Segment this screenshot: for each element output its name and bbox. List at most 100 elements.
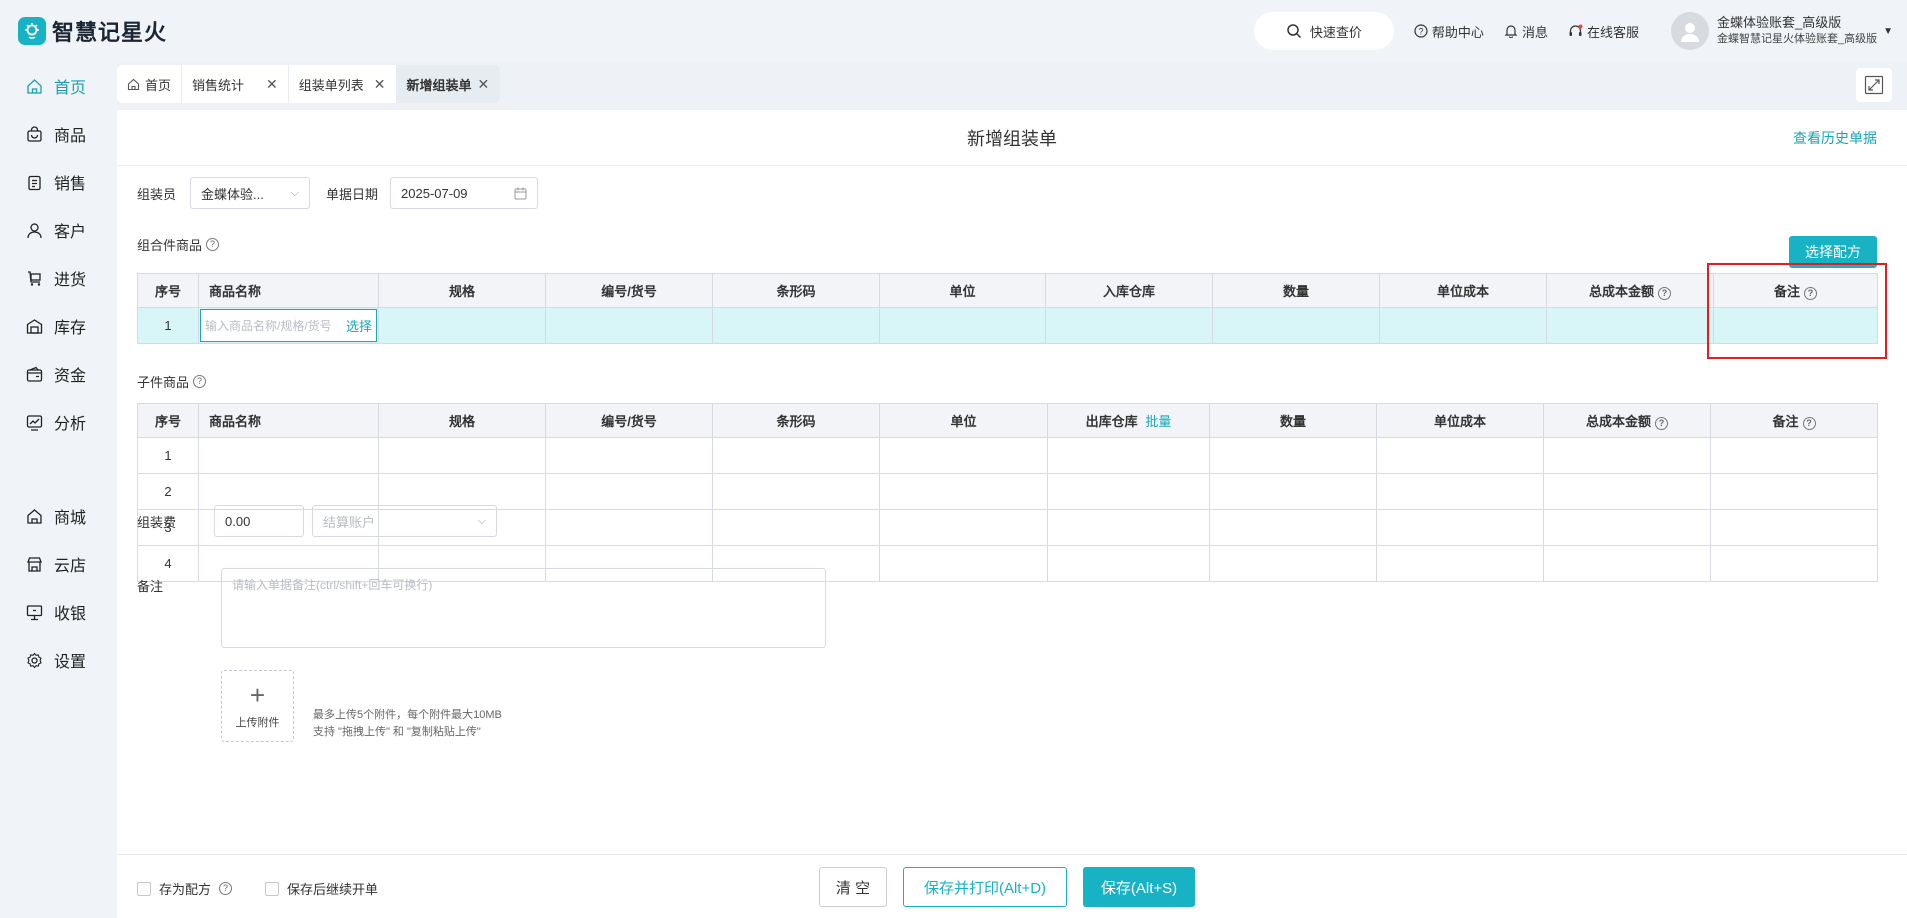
question-icon[interactable]: ? bbox=[1804, 287, 1817, 300]
table-cell[interactable] bbox=[879, 545, 1048, 582]
table-cell[interactable] bbox=[1376, 545, 1544, 582]
question-icon[interactable]: ? bbox=[1655, 417, 1668, 430]
sidebar-item-products[interactable]: 商品 bbox=[0, 110, 117, 158]
product-name-input[interactable]: 输入商品名称/规格/货号 选择 bbox=[200, 309, 377, 342]
table-cell[interactable] bbox=[545, 509, 713, 546]
save-print-button[interactable]: 保存并打印(Alt+D) bbox=[903, 867, 1067, 907]
sidebar-item-customers[interactable]: 客户 bbox=[0, 206, 117, 254]
tab-bar: 首页 销售统计 ✕ 组装单列表 ✕ 新增组装单 ✕ bbox=[117, 62, 1907, 106]
close-icon[interactable]: ✕ bbox=[374, 76, 386, 93]
table-cell[interactable] bbox=[378, 437, 546, 474]
table-cell[interactable] bbox=[1710, 473, 1878, 510]
table-cell[interactable] bbox=[545, 307, 713, 344]
clear-button[interactable]: 清 空 bbox=[819, 867, 887, 907]
table-cell[interactable] bbox=[1209, 473, 1377, 510]
app-logo[interactable]: 智慧记星火 bbox=[18, 15, 167, 47]
table-cell[interactable] bbox=[1045, 307, 1213, 344]
tab-assembly-list[interactable]: 组装单列表 ✕ bbox=[288, 65, 397, 103]
table-cell[interactable] bbox=[1379, 307, 1547, 344]
table-cell[interactable] bbox=[1376, 509, 1544, 546]
table-cell[interactable] bbox=[1546, 307, 1714, 344]
col-spec: 规格 bbox=[378, 403, 546, 438]
table-cell[interactable] bbox=[198, 437, 379, 474]
sidebar-item-funds[interactable]: 资金 bbox=[0, 350, 117, 398]
question-icon[interactable]: ? bbox=[1802, 417, 1816, 430]
table-cell[interactable] bbox=[879, 437, 1048, 474]
table-row[interactable]: 1 输入商品名称/规格/货号 选择 bbox=[137, 307, 1878, 344]
assembler-select[interactable]: 金蝶体验... ⌵ bbox=[190, 177, 311, 209]
tab-new-assembly[interactable]: 新增组装单 ✕ bbox=[396, 65, 501, 103]
table-cell[interactable] bbox=[1713, 307, 1878, 344]
batch-link[interactable]: 批量 bbox=[1145, 414, 1171, 429]
table-cell[interactable] bbox=[1209, 437, 1377, 474]
table-cell[interactable] bbox=[1710, 437, 1878, 474]
table-row[interactable]: 1 bbox=[137, 437, 1878, 474]
question-icon[interactable]: ? bbox=[1658, 287, 1671, 300]
table-cell[interactable] bbox=[1047, 545, 1210, 582]
table-cell[interactable] bbox=[712, 473, 880, 510]
sidebar-item-settings[interactable]: 设置 bbox=[0, 636, 117, 684]
upload-button[interactable]: + 上传附件 bbox=[221, 670, 294, 742]
date-picker[interactable]: 2025-07-09 bbox=[390, 177, 539, 209]
save-button[interactable]: 保存(Alt+S) bbox=[1083, 867, 1195, 907]
pick-product-link[interactable]: 选择 bbox=[346, 316, 372, 335]
tab-sales-stats[interactable]: 销售统计 ✕ bbox=[182, 65, 289, 103]
question-icon[interactable]: ? bbox=[206, 238, 220, 251]
table-cell[interactable] bbox=[545, 473, 713, 510]
save-recipe-checkbox[interactable]: 存为配方 ? bbox=[137, 879, 233, 898]
table-cell[interactable] bbox=[1543, 509, 1711, 546]
sidebar-item-mall[interactable]: 商城 bbox=[0, 492, 117, 540]
table-cell[interactable] bbox=[1376, 437, 1544, 474]
table-cell[interactable] bbox=[1543, 545, 1711, 582]
fullscreen-button[interactable] bbox=[1856, 68, 1892, 102]
table-cell[interactable] bbox=[378, 307, 546, 344]
table-cell[interactable] bbox=[712, 509, 880, 546]
table-cell[interactable] bbox=[1543, 473, 1711, 510]
user-menu[interactable]: 金蝶体验账套_高级版 金蝶智慧记星火体验账套_高级版 ▼ bbox=[1670, 12, 1893, 50]
table-cell[interactable] bbox=[879, 307, 1046, 344]
checkbox-icon[interactable] bbox=[137, 881, 151, 896]
sidebar-item-cloud-store[interactable]: 云店 bbox=[0, 540, 117, 588]
account-select[interactable]: 结算账户 ⌵ bbox=[312, 505, 498, 537]
close-icon[interactable]: ✕ bbox=[266, 76, 278, 93]
table-cell[interactable] bbox=[1209, 545, 1377, 582]
product-name-cell[interactable]: 输入商品名称/规格/货号 选择 bbox=[198, 307, 379, 344]
messages-link[interactable]: 消息 bbox=[1504, 22, 1548, 41]
table-cell[interactable] bbox=[879, 509, 1048, 546]
sidebar-item-home[interactable]: 首页 bbox=[0, 62, 117, 110]
remark-textarea[interactable]: 请输入单据备注(ctrl/shift+回车可换行) bbox=[221, 568, 826, 648]
sidebar-item-sales[interactable]: 销售 bbox=[0, 158, 117, 206]
account-placeholder: 结算账户 bbox=[323, 514, 376, 530]
table-cell[interactable] bbox=[712, 307, 880, 344]
table-cell[interactable] bbox=[1047, 509, 1210, 546]
checkbox-icon[interactable] bbox=[265, 881, 279, 896]
quick-price-button[interactable]: 快速查价 bbox=[1253, 12, 1394, 50]
table-cell[interactable] bbox=[1710, 509, 1878, 546]
sidebar-item-analysis[interactable]: 分析 bbox=[0, 398, 117, 446]
table-cell[interactable] bbox=[1209, 509, 1377, 546]
table-cell[interactable] bbox=[1710, 545, 1878, 582]
table-cell[interactable] bbox=[1543, 437, 1711, 474]
home-icon bbox=[127, 78, 140, 90]
table-cell[interactable] bbox=[1047, 437, 1210, 474]
table-cell[interactable] bbox=[712, 437, 880, 474]
help-center-link[interactable]: ? 帮助中心 bbox=[1414, 22, 1484, 41]
select-recipe-button[interactable]: 选择配方 bbox=[1789, 236, 1877, 268]
sidebar-item-inventory[interactable]: 库存 bbox=[0, 302, 117, 350]
table-cell[interactable] bbox=[1376, 473, 1544, 510]
table-cell[interactable] bbox=[1047, 473, 1210, 510]
col-total-cost-label: 总成本金额 bbox=[1585, 414, 1651, 429]
question-icon[interactable]: ? bbox=[193, 375, 207, 388]
continue-checkbox[interactable]: 保存后继续开单 bbox=[265, 879, 378, 898]
sidebar-item-purchase[interactable]: 进货 bbox=[0, 254, 117, 302]
fee-input[interactable]: 0.00 bbox=[214, 505, 305, 537]
sidebar-item-cashier[interactable]: 收银 bbox=[0, 588, 117, 636]
close-icon[interactable]: ✕ bbox=[478, 76, 490, 93]
online-service-link[interactable]: 在线客服 bbox=[1568, 22, 1639, 41]
history-link[interactable]: 查看历史单据 bbox=[1793, 128, 1877, 148]
table-cell[interactable] bbox=[545, 437, 713, 474]
tab-home[interactable]: 首页 bbox=[117, 65, 183, 103]
table-cell[interactable] bbox=[879, 473, 1048, 510]
table-cell[interactable] bbox=[1212, 307, 1380, 344]
question-icon[interactable]: ? bbox=[219, 882, 233, 895]
